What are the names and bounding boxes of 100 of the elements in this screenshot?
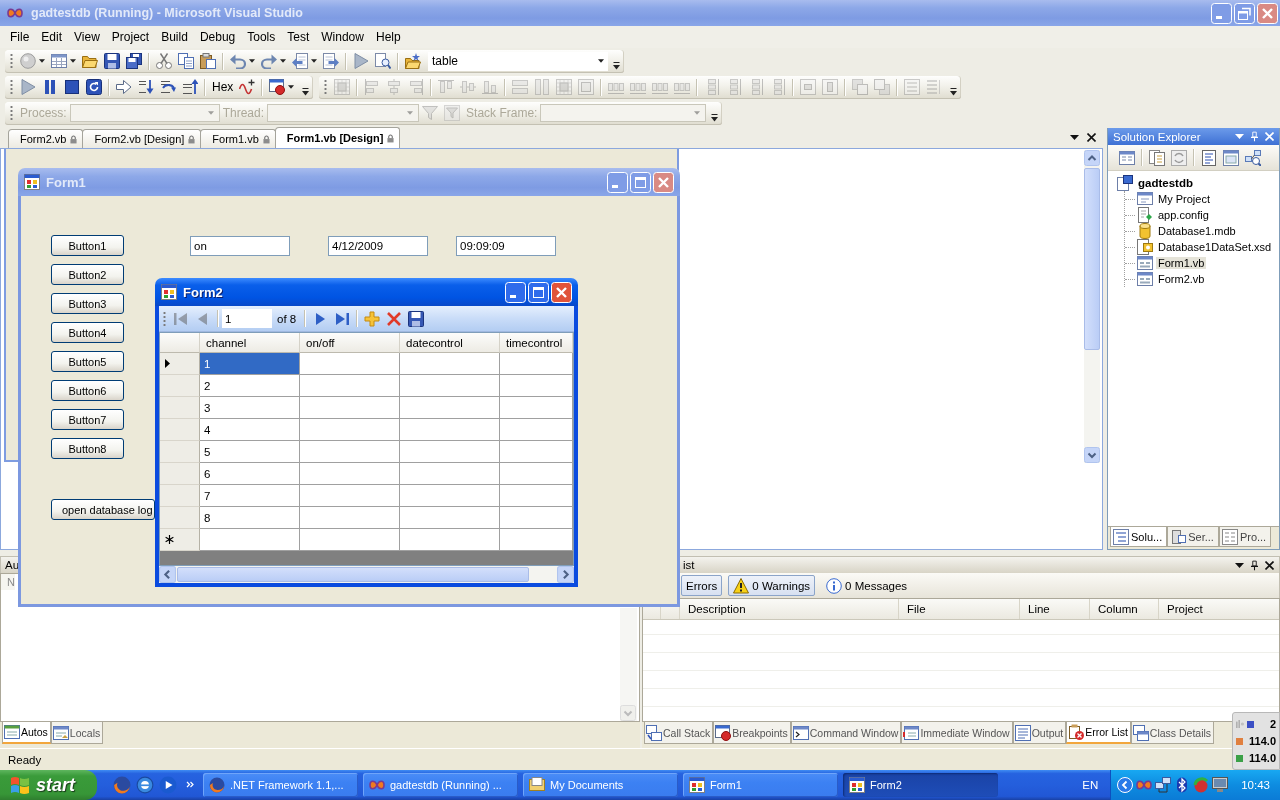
close-icon[interactable] <box>1087 132 1096 142</box>
text-field[interactable]: 4/12/2009 <box>328 236 428 256</box>
save-icon[interactable] <box>104 53 120 69</box>
taskbar-button[interactable]: My Documents <box>523 773 678 797</box>
caret-icon[interactable] <box>70 59 76 63</box>
menu-item[interactable]: Edit <box>35 27 69 47</box>
menu-item[interactable]: File <box>4 27 36 47</box>
tree-item[interactable]: Form1.vb <box>1156 257 1207 269</box>
document-tab[interactable]: Form2.vb <box>8 129 84 148</box>
panel-tab[interactable]: Solu... <box>1110 527 1168 547</box>
window-icon[interactable] <box>1223 149 1239 166</box>
column-header[interactable]: Line <box>1020 599 1090 619</box>
panel-tab[interactable]: Immediate Window <box>901 722 1013 744</box>
paste-icon[interactable] <box>200 53 216 69</box>
scrollbar[interactable] <box>1084 150 1100 463</box>
taskbar-button[interactable]: gadtestdb (Running) ... <box>363 773 518 797</box>
panel-tab[interactable]: Locals <box>50 722 104 744</box>
panel-tab[interactable]: Breakpoints <box>713 722 791 744</box>
text-field[interactable]: on <box>190 236 290 256</box>
form-button[interactable]: Button2 <box>51 264 124 285</box>
play-icon[interactable] <box>159 776 177 794</box>
column-header[interactable]: Description <box>680 599 899 619</box>
grid-icon[interactable] <box>51 53 67 69</box>
panel-tab[interactable]: Command Window <box>790 722 902 744</box>
overflow-icon[interactable] <box>613 60 620 70</box>
circular-arrow-icon[interactable] <box>86 79 102 95</box>
disc-icon[interactable] <box>136 776 154 794</box>
play-icon[interactable] <box>20 79 36 95</box>
form-button[interactable]: Button4 <box>51 322 124 343</box>
scrollbar-thumb[interactable] <box>177 567 529 582</box>
page-magnifier-icon[interactable] <box>375 53 391 69</box>
maximize-icon[interactable] <box>528 281 549 303</box>
down-arrow-lines-icon[interactable] <box>138 79 154 95</box>
form-button[interactable]: Button1 <box>51 235 124 256</box>
tree-item[interactable]: gadtestdb <box>1136 177 1195 189</box>
wave-plus-icon[interactable] <box>239 79 256 95</box>
restore-icon[interactable] <box>1234 2 1255 24</box>
language-indicator[interactable]: EN <box>1082 779 1099 791</box>
diagram-icon[interactable] <box>1245 149 1261 166</box>
menu-item[interactable]: Project <box>105 27 156 47</box>
form-button[interactable]: Button3 <box>51 293 124 314</box>
form-button[interactable]: Button7 <box>51 409 124 430</box>
menu-item[interactable]: Tools <box>241 27 282 47</box>
filter-button[interactable]: Errors <box>681 575 723 596</box>
panel-tab[interactable]: Autos <box>2 722 51 744</box>
find-combo[interactable]: table <box>428 51 608 71</box>
play-icon[interactable] <box>353 53 369 69</box>
form-button[interactable]: open database log <box>51 499 155 520</box>
filter-button[interactable]: 0 Warnings <box>728 575 816 596</box>
stop-icon[interactable] <box>64 79 80 95</box>
menu-item[interactable]: Window <box>315 27 370 47</box>
monitor-icon[interactable] <box>1212 777 1229 793</box>
menu-item[interactable]: Test <box>281 27 316 47</box>
menu-item[interactable]: Build <box>155 27 194 47</box>
refresh-icon[interactable] <box>1171 149 1187 166</box>
up-arrow-lines-icon[interactable] <box>182 79 198 95</box>
menu-item[interactable]: Debug <box>193 27 242 47</box>
chevron-icon[interactable] <box>1117 777 1134 793</box>
column-header[interactable]: on/off <box>300 333 400 353</box>
tree-item[interactable]: My Project <box>1156 193 1212 205</box>
caret-icon[interactable] <box>39 59 45 63</box>
taskbar-button[interactable]: .NET Framework 1.1,... <box>203 773 358 797</box>
column-header[interactable]: File <box>899 599 1020 619</box>
minimize-icon[interactable] <box>1211 2 1232 24</box>
document-tab[interactable]: Form1.vb [Design] <box>274 127 401 148</box>
taskbar-button[interactable]: Form2 <box>843 773 998 797</box>
document-tab[interactable]: Form2.vb [Design] <box>82 129 202 148</box>
network-icon[interactable] <box>1155 777 1172 793</box>
caret-icon[interactable] <box>280 59 286 63</box>
pin-icon[interactable] <box>1251 559 1258 571</box>
column-header[interactable]: Project <box>1159 599 1279 619</box>
last-record-icon[interactable] <box>334 310 351 327</box>
floppy-stack-icon[interactable] <box>126 53 142 69</box>
minimize-icon[interactable] <box>607 171 628 193</box>
globe-icon[interactable] <box>113 776 131 794</box>
scrollbar[interactable] <box>620 608 637 721</box>
caret-icon[interactable] <box>1070 134 1079 140</box>
overflow-icon[interactable] <box>302 86 310 96</box>
pause-icon[interactable] <box>42 79 58 95</box>
taskbar-button[interactable]: Form1 <box>683 773 838 797</box>
menu-item[interactable]: View <box>68 27 106 47</box>
curved-arrow-icon[interactable] <box>160 79 176 95</box>
scrollbar[interactable] <box>159 566 574 583</box>
caret-icon[interactable] <box>249 59 255 63</box>
filter-button[interactable]: 0 Messages <box>821 575 913 596</box>
caret-icon[interactable] <box>1235 562 1244 568</box>
menu-item[interactable]: Help <box>369 27 407 47</box>
close-icon[interactable] <box>1265 560 1274 570</box>
caret-icon[interactable] <box>311 59 317 63</box>
properties-icon[interactable] <box>1119 149 1135 166</box>
arrow-icon[interactable] <box>116 79 132 95</box>
minimize-icon[interactable] <box>505 281 526 303</box>
scrollbar-thumb[interactable] <box>1084 168 1100 350</box>
form-button[interactable]: Button5 <box>51 351 124 372</box>
panel-tab[interactable]: Error List <box>1066 722 1131 744</box>
text-field[interactable]: 09:09:09 <box>456 236 556 256</box>
form-button[interactable]: Button8 <box>51 438 124 459</box>
tree-item[interactable]: Form2.vb <box>1156 273 1207 285</box>
form-button[interactable]: Button6 <box>51 380 124 401</box>
documents-icon[interactable] <box>1149 149 1165 166</box>
